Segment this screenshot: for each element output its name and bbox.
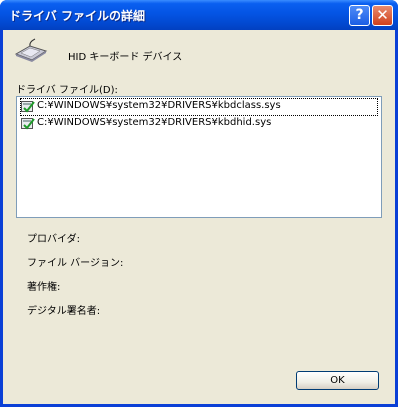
ok-button[interactable]: OK [296, 371, 379, 390]
device-name: HID キーボード デバイス [68, 52, 183, 63]
driver-files-label: ドライバ ファイル(D): [16, 85, 118, 96]
file-version-label: ファイル バージョン: [27, 258, 124, 269]
file-path: C:¥WINDOWS¥system32¥DRIVERS¥kbdhid.sys [37, 117, 272, 128]
driver-file-details-dialog: ドライバ ファイルの詳細 ? ✕ HID キーボード デバイス ドライバ ファイ… [0, 0, 398, 407]
title-bar[interactable]: ドライバ ファイルの詳細 ? ✕ [0, 0, 398, 30]
copyright-label: 著作権: [27, 282, 61, 293]
digital-signer-label: デジタル署名者: [27, 306, 101, 317]
help-button[interactable]: ? [349, 5, 370, 26]
dialog-body: HID キーボード デバイス ドライバ ファイル(D): C:¥WINDOWS¥… [3, 30, 395, 404]
window-title: ドライバ ファイルの詳細 [9, 9, 145, 23]
close-button[interactable]: ✕ [372, 5, 393, 26]
keyboard-icon [14, 38, 48, 62]
signed-driver-icon [21, 101, 35, 113]
list-item[interactable]: C:¥WINDOWS¥system32¥DRIVERS¥kbdclass.sys [20, 98, 378, 116]
driver-files-list[interactable]: C:¥WINDOWS¥system32¥DRIVERS¥kbdclass.sys… [16, 96, 382, 218]
provider-label: プロバイダ: [27, 234, 80, 245]
file-path: C:¥WINDOWS¥system32¥DRIVERS¥kbdclass.sys [37, 100, 281, 111]
signed-driver-icon [21, 118, 35, 130]
